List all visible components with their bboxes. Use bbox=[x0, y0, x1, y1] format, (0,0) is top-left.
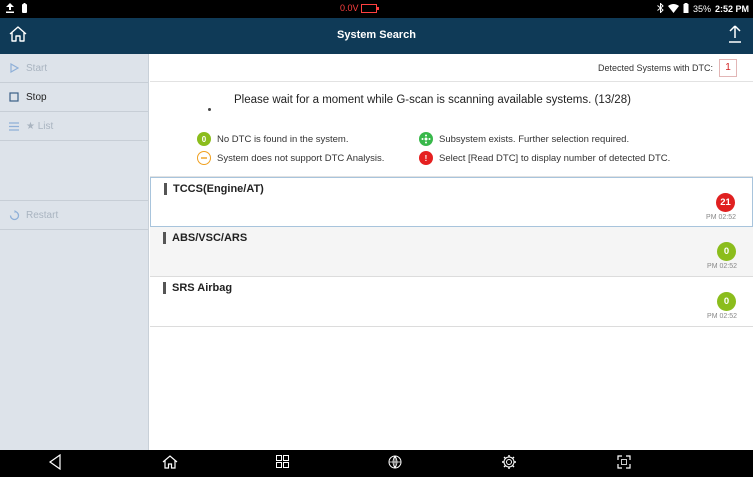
fullscreen-button[interactable] bbox=[614, 454, 634, 474]
system-name: SRS Airbag bbox=[163, 282, 232, 294]
stop-icon bbox=[8, 91, 20, 103]
scan-time: PM 02:52 bbox=[706, 214, 736, 221]
sidebar-restart-label: Restart bbox=[26, 209, 59, 221]
play-icon bbox=[8, 62, 20, 74]
dtc-count-badge: 21 bbox=[716, 193, 735, 212]
dtc-count-badge: 0 bbox=[717, 242, 736, 261]
legend-not-support: System does not support DTC Analysis. bbox=[197, 151, 384, 165]
upload-arrow-icon bbox=[728, 24, 742, 48]
browser-button[interactable] bbox=[385, 454, 405, 474]
car-battery-icon bbox=[360, 3, 379, 13]
status-left-icons bbox=[6, 3, 27, 15]
dtc-count-badge: 0 bbox=[717, 292, 736, 311]
nav-home-button[interactable] bbox=[160, 454, 180, 474]
battery-icon bbox=[683, 3, 689, 15]
subsystem-icon bbox=[419, 132, 433, 146]
legend-subsystem-label: Subsystem exists. Further selection requ… bbox=[439, 133, 630, 145]
scan-message-area: Please wait for a moment while G-scan is… bbox=[150, 82, 753, 177]
sidebar-list-button[interactable]: ★ List bbox=[0, 112, 148, 141]
title-bar: System Search bbox=[0, 18, 753, 54]
home-icon bbox=[162, 454, 178, 474]
sidebar: Start Stop ★ List Restart bbox=[0, 54, 149, 450]
clock: 2:52 PM bbox=[714, 4, 749, 14]
sidebar-spacer bbox=[0, 141, 148, 201]
sidebar-restart-button[interactable]: Restart bbox=[0, 201, 148, 230]
gear-icon bbox=[501, 454, 517, 475]
back-icon bbox=[48, 453, 62, 475]
battery-percent: 35% bbox=[692, 4, 711, 14]
loading-dot bbox=[208, 108, 211, 111]
legend-read-dtc-label: Select [Read DTC] to display number of d… bbox=[439, 152, 671, 164]
restart-icon bbox=[8, 209, 20, 221]
sidebar-list-label: ★ List bbox=[26, 120, 54, 132]
settings-button[interactable] bbox=[499, 454, 519, 474]
upload-icon bbox=[6, 3, 14, 15]
upload-button[interactable] bbox=[724, 24, 746, 48]
page-title: System Search bbox=[337, 29, 416, 41]
legend-read-dtc: ! Select [Read DTC] to display number of… bbox=[419, 151, 670, 165]
alert-icon: ! bbox=[419, 151, 433, 165]
sidebar-start-label: Start bbox=[26, 62, 48, 74]
detected-label: Detected Systems with DTC: bbox=[597, 62, 713, 73]
apps-button[interactable] bbox=[272, 454, 292, 474]
main-panel: Detected Systems with DTC: 1 Please wait… bbox=[150, 54, 753, 450]
navigation-bar bbox=[0, 450, 753, 477]
legend-no-dtc-label: No DTC is found in the system. bbox=[217, 133, 349, 145]
menu-icon bbox=[8, 120, 20, 132]
fullscreen-icon bbox=[617, 454, 631, 474]
voltage-text: 0.0V bbox=[340, 3, 359, 13]
no-dtc-icon: 0 bbox=[197, 132, 211, 146]
system-row[interactable]: SRS Airbag 0 PM 02:52 bbox=[150, 277, 753, 327]
battery-small-icon bbox=[22, 3, 27, 15]
back-button[interactable] bbox=[45, 453, 65, 475]
legend-not-support-label: System does not support DTC Analysis. bbox=[217, 152, 385, 164]
detected-systems-row: Detected Systems with DTC: 1 bbox=[150, 54, 753, 82]
not-supported-icon bbox=[197, 151, 211, 165]
globe-icon bbox=[388, 455, 402, 474]
bluetooth-icon bbox=[657, 2, 664, 15]
system-name: TCCS(Engine/AT) bbox=[164, 183, 264, 195]
wifi-icon bbox=[667, 3, 679, 15]
voltage-indicator: 0.0V bbox=[340, 3, 379, 13]
system-row[interactable]: ABS/VSC/ARS 0 PM 02:52 bbox=[150, 227, 753, 277]
sidebar-start-button[interactable]: Start bbox=[0, 54, 148, 83]
sidebar-stop-label: Stop bbox=[26, 91, 47, 103]
detected-count: 1 bbox=[719, 58, 737, 77]
scan-time: PM 02:52 bbox=[707, 313, 737, 320]
status-bar: 0.0V 35% 2:52 PM bbox=[0, 0, 753, 18]
scan-message: Please wait for a moment while G-scan is… bbox=[234, 94, 631, 106]
apps-grid-icon bbox=[275, 455, 289, 473]
scan-time: PM 02:52 bbox=[707, 263, 737, 270]
status-right: 35% 2:52 PM bbox=[657, 2, 749, 15]
system-name: ABS/VSC/ARS bbox=[163, 232, 247, 244]
legend-no-dtc: 0 No DTC is found in the system. bbox=[197, 132, 348, 146]
system-row[interactable]: TCCS(Engine/AT) 21 PM 02:52 bbox=[150, 177, 753, 227]
legend-subsystem: Subsystem exists. Further selection requ… bbox=[419, 132, 629, 146]
sidebar-stop-button[interactable]: Stop bbox=[0, 83, 148, 112]
